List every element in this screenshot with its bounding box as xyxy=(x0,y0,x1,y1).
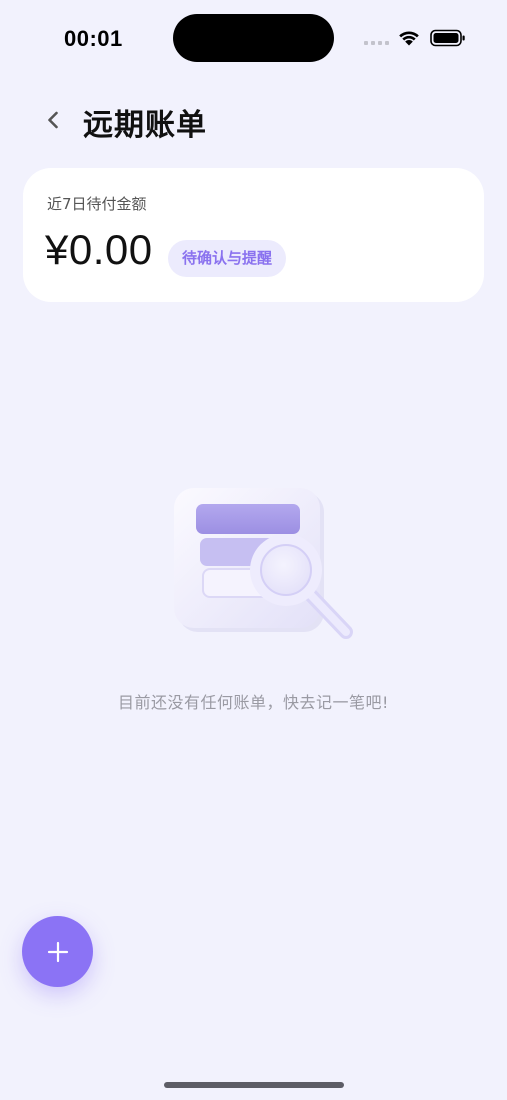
plus-icon xyxy=(47,941,68,962)
chevron-left-icon xyxy=(48,111,58,129)
pending-amount-label: 近7日待付金额 xyxy=(47,195,147,213)
dynamic-island xyxy=(173,14,334,62)
battery-icon xyxy=(430,29,465,47)
cellular-signal-icon xyxy=(364,41,389,45)
status-time: 00:01 xyxy=(64,26,123,51)
status-bar: 00:01 xyxy=(0,0,507,76)
home-indicator xyxy=(164,1082,344,1088)
navigation-bar: 远期账单 xyxy=(0,90,507,150)
page-title: 远期账单 xyxy=(83,108,207,143)
back-button[interactable] xyxy=(38,104,68,136)
confirm-reminder-button[interactable]: 待确认与提醒 xyxy=(168,240,287,277)
pending-amount-value: ¥0.00 xyxy=(45,226,153,273)
wifi-icon xyxy=(399,31,419,46)
document-search-icon xyxy=(174,488,353,639)
add-bill-button[interactable] xyxy=(22,916,93,987)
empty-state-message: 目前还没有任何账单，快去记一笔吧! xyxy=(118,693,389,712)
summary-card: 近7日待付金额 ¥0.00 待确认与提醒 xyxy=(23,168,484,302)
